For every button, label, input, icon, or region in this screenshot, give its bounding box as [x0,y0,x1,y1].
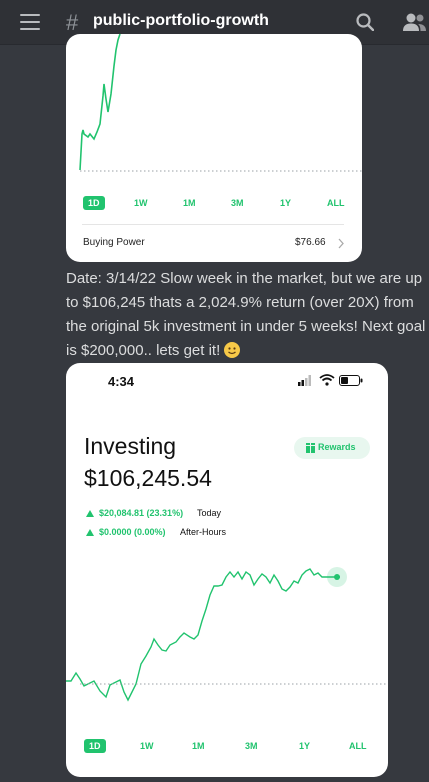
wifi-icon [319,374,335,386]
channel-name: public-portfolio-growth [93,12,269,29]
up-arrow-icon [86,529,94,536]
period-3m[interactable]: 3M [245,741,258,751]
search-icon[interactable] [356,13,374,31]
rewards-label: Rewards [318,442,356,452]
up-arrow-icon [86,510,94,517]
period-1d[interactable]: 1D [83,196,105,210]
today-label: Today [197,508,222,518]
period-1m[interactable]: 1M [183,198,196,208]
current-point [334,574,340,580]
period-3m[interactable]: 3M [231,198,244,208]
signal-icon [298,375,311,386]
portfolio-screenshot-current[interactable]: 4:34 Investing $106,245.54 Rewards $20,0… [66,363,388,777]
period-all[interactable]: ALL [327,198,345,208]
today-change: $20,084.81 (23.31%) [99,508,184,518]
investing-title: Investing [84,433,177,459]
chevron-right-icon[interactable] [337,238,345,249]
after-hours-change: $0.0000 (0.00%) [99,527,166,537]
portfolio-screenshot-previous[interactable]: 1D 1W 1M 3M 1Y ALL Buying Power $76.66 [66,34,362,262]
divider [82,224,344,225]
menu-icon[interactable] [20,14,40,30]
period-1d[interactable]: 1D [84,739,106,753]
price-line [79,34,121,171]
portfolio-chart-current [66,567,388,702]
price-line [66,568,340,702]
period-1m[interactable]: 1M [192,741,205,751]
rewards-button[interactable]: Rewards [294,437,370,459]
after-hours-label: After-Hours [180,527,227,537]
period-1w[interactable]: 1W [140,741,154,751]
message-text: Date: 3/14/22 Slow week in the market, b… [66,267,428,363]
period-1y[interactable]: 1Y [299,741,310,751]
period-all[interactable]: ALL [349,741,367,751]
period-1y[interactable]: 1Y [280,198,291,208]
hash-icon: # [66,10,79,35]
buying-power-label: Buying Power [83,237,145,248]
rewards-icon [306,443,315,453]
portfolio-value: $106,245.54 [84,465,212,491]
message-body: Date: 3/14/22 Slow week in the market, b… [66,270,426,359]
smile-emoji-icon [224,342,241,358]
buying-power-value: $76.66 [295,237,326,248]
members-icon[interactable] [401,12,427,32]
portfolio-chart-previous [79,34,362,172]
status-time: 4:34 [108,374,135,389]
battery-icon [339,375,363,386]
period-1w[interactable]: 1W [134,198,148,208]
